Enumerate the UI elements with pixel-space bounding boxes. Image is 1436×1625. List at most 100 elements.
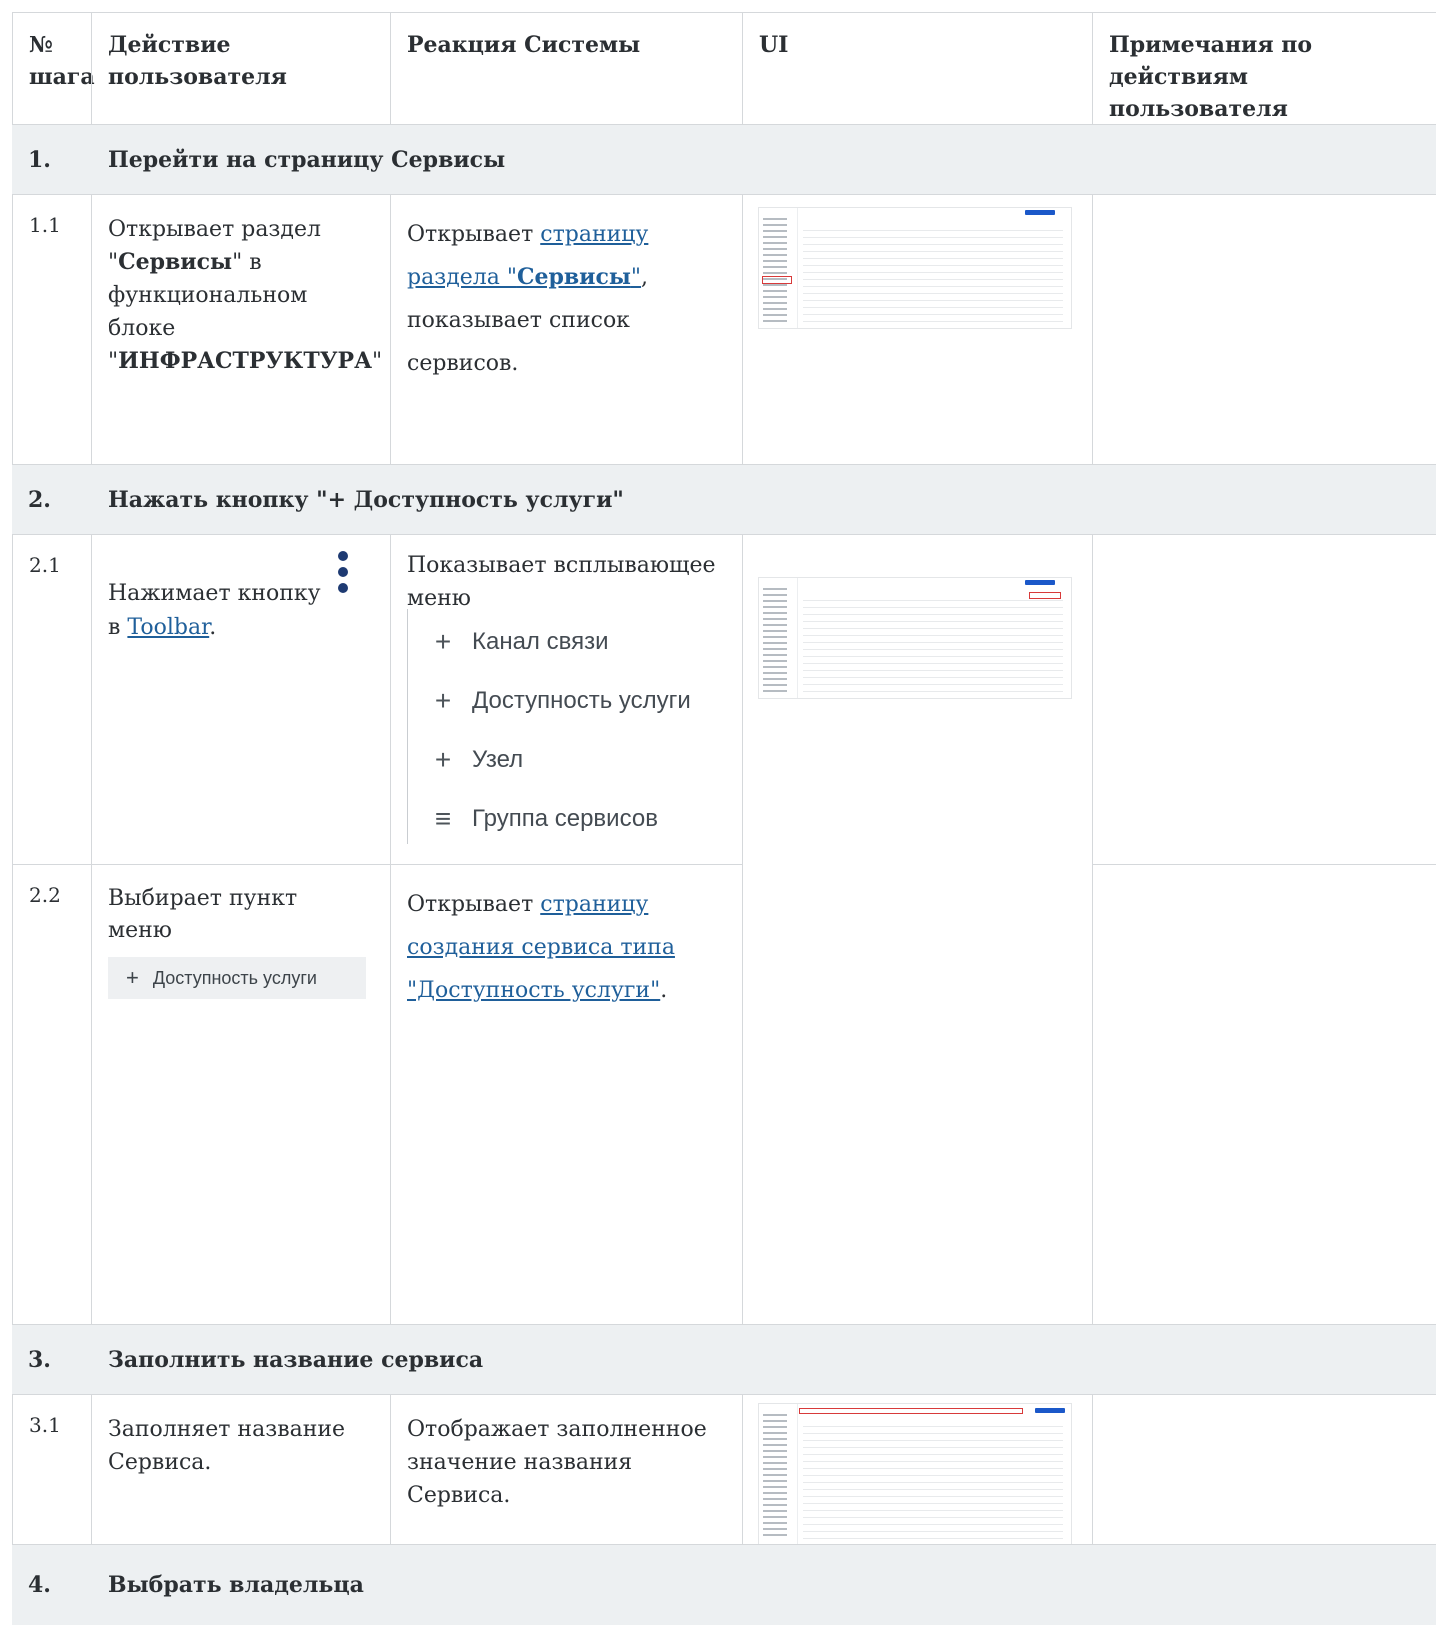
thumb-sidebar-item (763, 1492, 787, 1494)
thumb-sidebar-item (763, 1456, 787, 1458)
ui-cell (742, 194, 1092, 464)
thumb-table-line (803, 1447, 1063, 1448)
thumb-table-line (803, 677, 1063, 678)
menu-item-label: Доступность услуги (472, 687, 691, 714)
thumb-table-line (803, 293, 1063, 294)
notes-cell (1092, 864, 1436, 1324)
table-row: 3.1 Заполняет название Сервиса. Отобража… (12, 1394, 1436, 1545)
thumb-table-line (803, 272, 1063, 273)
table-row: 2.1 Нажимает кнопку в Toolbar. Показывае… (12, 534, 1436, 1324)
user-action-cell: Открывает раздел "Сервисы" в функциональ… (91, 194, 390, 464)
plus-icon: + (434, 685, 452, 716)
action-text: Заполняет название Сервиса. (108, 1417, 346, 1475)
thumb-sidebar-item (763, 606, 787, 608)
group-row: 2. Нажать кнопку "+ Доступность услуги" (12, 464, 1436, 535)
system-reaction-cell: Открывает страницу создания сервиса типа… (390, 864, 742, 1324)
thumb-sidebar-item (763, 266, 787, 268)
header-notes: Примечания по действиям пользователя (1092, 12, 1436, 124)
group-title: Перейти на страницу Сервисы (108, 147, 506, 173)
thumb-table-line (803, 265, 1063, 266)
thumb-table-line (803, 656, 1063, 657)
system-reaction-cell: Открывает страницу раздела "Сервисы", по… (390, 194, 742, 464)
group-row: 1. Перейти на страницу Сервисы (12, 124, 1436, 195)
thumb-sidebar (759, 208, 798, 328)
user-action-cell: Выбирает пункт меню + Доступность услуги (91, 864, 390, 1324)
thumb-table-line (803, 663, 1063, 664)
thumb-sidebar-item (763, 1528, 787, 1530)
thumb-sidebar-item (763, 1432, 787, 1434)
thumb-sidebar-item (763, 594, 787, 596)
thumb-sidebar-item (763, 1498, 787, 1500)
header-user-action-text: Действие пользователя (108, 32, 287, 90)
popup-menu: + Канал связи + Доступность услуги + Узел ≡… (407, 609, 738, 844)
thumb-sidebar-item (763, 284, 787, 286)
ui-cell (742, 1394, 1092, 1545)
thumb-sidebar-item (763, 1516, 787, 1518)
action-text: в (108, 615, 128, 640)
thumb-table-line (803, 600, 1063, 601)
step-number-text: 2.2 (29, 883, 61, 907)
thumb-sidebar-item (763, 654, 787, 656)
table-header-row: № шага Действие пользователя Реакция Сис… (12, 12, 1436, 124)
thumb-table-line (803, 1433, 1063, 1434)
action-text: Нажимает кнопку (108, 581, 321, 606)
thumb-sidebar-item (763, 1420, 787, 1422)
thumb-sidebar-item (763, 224, 787, 226)
thumb-table-line (803, 244, 1063, 245)
group-row: 3. Заполнить название сервиса (12, 1324, 1436, 1395)
menu-item-communication-channel[interactable]: + Канал связи (432, 625, 609, 658)
reaction-text: Показывает всплывающее меню (407, 553, 716, 611)
thumb-sidebar-item (763, 630, 787, 632)
thumb-table-line (803, 670, 1063, 671)
header-step-no: № шага (12, 12, 95, 124)
thumb-sidebar-item (763, 230, 787, 232)
thumb-table-line (803, 258, 1063, 259)
thumb-table-line (803, 1531, 1063, 1532)
menu-item-label: Узел (472, 746, 524, 773)
list-icon: ≡ (434, 803, 452, 834)
group-number: 2. (28, 487, 51, 513)
header-ui: UI (742, 12, 1092, 124)
menu-item-node[interactable]: + Узел (432, 743, 523, 776)
thumb-sidebar-item (763, 666, 787, 668)
thumb-sidebar-item (763, 1444, 787, 1446)
thumb-table-line (803, 1426, 1063, 1427)
thumb-table-line (803, 1482, 1063, 1483)
thumb-sidebar-item (763, 678, 787, 680)
reaction-text: . (660, 978, 668, 1003)
toolbar-link[interactable]: Toolbar (127, 615, 209, 640)
plus-icon: + (126, 965, 139, 990)
header-step-no-text: № шага (29, 32, 95, 90)
table-row: 1.1 Открывает раздел "Сервисы" в функцио… (12, 194, 1436, 464)
action-text: " (372, 349, 383, 374)
menu-item-label: Группа сервисов (472, 805, 658, 832)
header-notes-text: Примечания по действиям пользователя (1109, 32, 1313, 122)
action-bold-text: ИНФРАСТРУКТУРА (118, 348, 373, 374)
user-action-cell: Заполняет название Сервиса. (91, 1394, 390, 1544)
link-text: " (630, 265, 642, 290)
menu-item-service-group[interactable]: ≡ Группа сервисов (432, 802, 658, 835)
reaction-text: Отображает заполненное значение названия… (407, 1417, 707, 1508)
thumb-table-line (803, 684, 1063, 685)
thumb-sidebar-item (763, 612, 787, 614)
thumb-sidebar-item (763, 684, 787, 686)
thumb-sidebar-item (763, 254, 787, 256)
thumb-sidebar-item (763, 1504, 787, 1506)
user-action-cell: Нажимает кнопку в Toolbar. (91, 534, 390, 864)
group-number: 4. (28, 1572, 51, 1598)
thumb-sidebar-item (763, 1414, 787, 1416)
menu-item-service-availability[interactable]: + Доступность услуги (432, 684, 691, 717)
header-system-reaction: Реакция Системы (390, 12, 742, 124)
thumb-create-button (1025, 580, 1055, 585)
reaction-text: Открывает (407, 222, 541, 247)
thumb-table-line (803, 1454, 1063, 1455)
thumb-table-line (803, 635, 1063, 636)
table-row: 2.2 Выбирает пункт меню + Доступность усл… (12, 864, 1436, 1324)
action-text: . (209, 615, 217, 640)
action-text: Выбирает пункт меню (108, 886, 298, 943)
step-number: 1.1 (12, 194, 91, 464)
thumb-sidebar-item (763, 1450, 787, 1452)
header-system-reaction-text: Реакция Системы (407, 32, 641, 58)
thumb-sidebar-item (763, 648, 787, 650)
thumb-sidebar-item (763, 600, 787, 602)
